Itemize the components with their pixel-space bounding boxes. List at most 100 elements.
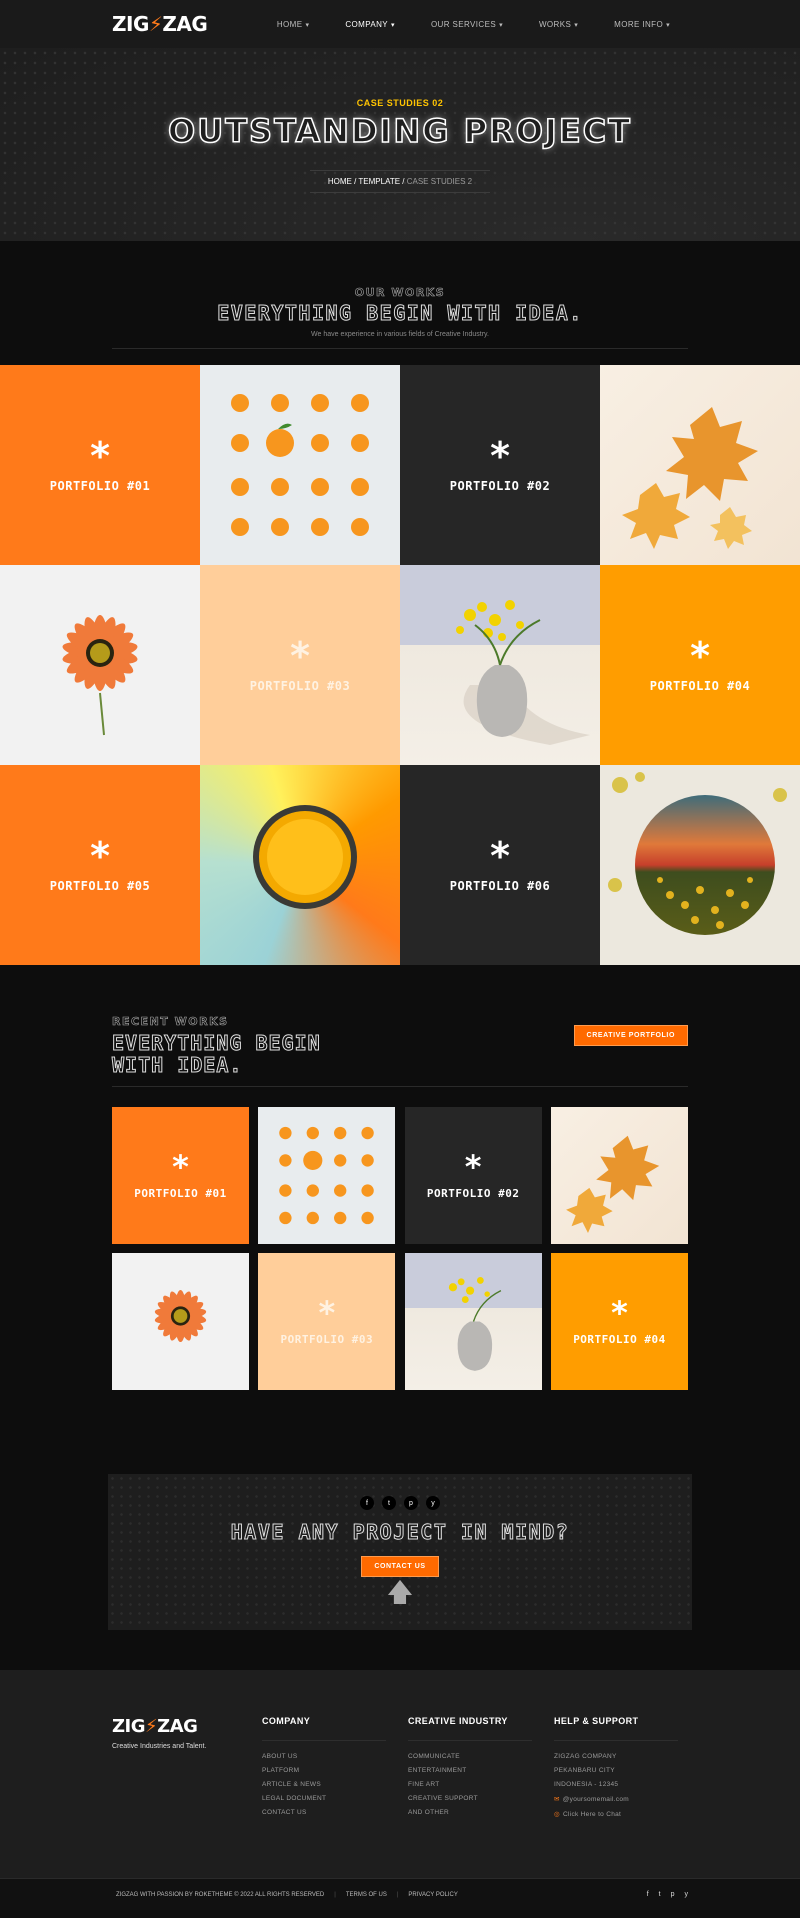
cta-title: HAVE ANY PROJECT IN MIND?	[230, 1520, 570, 1545]
chat-icon: ◎	[554, 1811, 560, 1818]
portfolio-card-03[interactable]: * PORTFOLIO #03	[200, 565, 400, 765]
mail-icon: ✉	[554, 1796, 560, 1803]
footer-email[interactable]: ✉ @yoursomemail.com	[554, 1795, 700, 1803]
asterisk-icon: *	[464, 1148, 482, 1186]
recent-card-01[interactable]: * PORTFOLIO #01	[112, 1107, 249, 1244]
privacy-link[interactable]: PRIVACY POLICY	[408, 1892, 457, 1898]
top-navbar: ZIG⚡ZAG HOME ▾ COMPANY ▾ OUR SERVICES ▾ WOR…	[0, 0, 800, 48]
portfolio-card-04[interactable]: * PORTFOLIO #04	[600, 565, 800, 765]
breadcrumb-template[interactable]: TEMPLATE	[358, 177, 400, 186]
asterisk-icon: *	[490, 834, 510, 878]
footer-link[interactable]: PLATFORM	[262, 1767, 408, 1774]
arrow-up-icon[interactable]: 🡅	[108, 1579, 692, 1605]
twitter-icon[interactable]: t	[659, 1891, 661, 1898]
jar-image	[253, 805, 357, 909]
pinterest-icon[interactable]: p	[404, 1496, 418, 1510]
logo[interactable]: ZIG⚡ZAG	[112, 12, 208, 36]
footer-link[interactable]: CONTACT US	[262, 1809, 408, 1816]
footer-link[interactable]: ABOUT US	[262, 1753, 408, 1760]
divider	[554, 1740, 678, 1741]
footer-bottom-bar: ZIGZAG WITH PASSION BY ROKETHEME © 2022 …	[0, 1878, 800, 1910]
youtube-icon[interactable]: y	[426, 1496, 440, 1510]
creative-portfolio-button[interactable]: CREATIVE PORTFOLIO	[573, 1025, 688, 1046]
painting-image	[608, 772, 787, 935]
portfolio-card-06[interactable]: * PORTFOLIO #06	[400, 765, 600, 965]
recent-photo-oranges[interactable]	[258, 1107, 396, 1244]
footer-chat[interactable]: ◎ Click Here to Chat	[554, 1810, 700, 1818]
divider	[262, 1740, 386, 1741]
recent-works-section: RECENT WORKS EVERYTHING BEGIN WITH IDEA.…	[0, 965, 800, 1390]
nav-item-more-info[interactable]: MORE INFO ▾	[596, 20, 688, 29]
chevron-down-icon: ▾	[391, 21, 395, 29]
twitter-icon[interactable]: t	[382, 1496, 396, 1510]
footer-link[interactable]: ENTERTAINMENT	[408, 1767, 554, 1774]
youtube-icon[interactable]: y	[685, 1891, 689, 1898]
recent-card-03[interactable]: * PORTFOLIO #03	[258, 1253, 396, 1390]
footer-link[interactable]: COMMUNICATE	[408, 1753, 554, 1760]
recent-photo-flower[interactable]	[112, 1253, 249, 1390]
nav-item-company[interactable]: COMPANY ▾	[327, 20, 413, 29]
recent-photo-leaves[interactable]	[550, 1107, 688, 1244]
photo-leaves[interactable]	[600, 365, 800, 565]
facebook-icon[interactable]: f	[360, 1496, 374, 1510]
works-title: EVERYTHING BEGIN WITH IDEA.	[217, 301, 583, 326]
asterisk-icon: *	[90, 834, 110, 878]
footer-link[interactable]: ARTICLE & NEWS	[262, 1781, 408, 1788]
contact-us-button[interactable]: CONTACT US	[361, 1556, 439, 1577]
photo-vase[interactable]	[400, 565, 600, 765]
divider	[112, 348, 688, 349]
recent-photo-vase[interactable]	[404, 1253, 542, 1390]
cta-box: f t p y HAVE ANY PROJECT IN MIND? CONTAC…	[108, 1474, 692, 1630]
leaves-image	[622, 407, 758, 549]
footer-link[interactable]: LEGAL DOCUMENT	[262, 1795, 408, 1802]
pinterest-icon[interactable]: p	[671, 1891, 675, 1898]
photo-oranges[interactable]	[200, 365, 400, 565]
breadcrumb-current: CASE STUDIES 2	[406, 177, 473, 186]
nav-item-our-services[interactable]: OUR SERVICES ▾	[413, 20, 521, 29]
portfolio-card-02[interactable]: * PORTFOLIO #02	[400, 365, 600, 565]
footer-link[interactable]: FINE ART	[408, 1781, 554, 1788]
hero-banner: CASE STUDIES 02 OUTSTANDING PROJECT HOME…	[0, 48, 800, 241]
footer-link[interactable]: CREATIVE SUPPORT	[408, 1795, 554, 1802]
asterisk-icon: *	[490, 434, 510, 478]
asterisk-icon: *	[690, 634, 710, 678]
portfolio-card-01[interactable]: * PORTFOLIO #01	[0, 365, 200, 565]
photo-painting[interactable]	[600, 765, 800, 965]
facebook-icon[interactable]: f	[647, 1891, 649, 1898]
footer-address: INDONESIA - 12345	[554, 1781, 619, 1788]
breadcrumb-home[interactable]: HOME	[328, 177, 352, 186]
bolt-icon: ⚡	[145, 1716, 158, 1737]
photo-flower[interactable]	[0, 565, 200, 765]
footer-link[interactable]: AND OTHER	[408, 1809, 554, 1816]
breadcrumb: HOME / TEMPLATE / CASE STUDIES 2	[309, 170, 491, 193]
footer-address: ZIGZAG COMPANY	[554, 1753, 617, 1760]
asterisk-icon: *	[318, 1294, 336, 1332]
nav-item-home[interactable]: HOME ▾	[259, 20, 328, 29]
recent-title: EVERYTHING BEGIN WITH IDEA.	[112, 1031, 321, 1077]
footer: ZIG⚡ZAG Creative Industries and Talent. …	[0, 1670, 800, 1878]
chevron-down-icon: ▾	[305, 21, 310, 29]
page-title: OUTSTANDING PROJECT	[167, 111, 632, 151]
vase-image	[456, 600, 590, 745]
portfolio-grid: * PORTFOLIO #01 * PORTFOLIO #02 * PORTFO…	[0, 365, 800, 965]
portfolio-card-05[interactable]: * PORTFOLIO #05	[0, 765, 200, 965]
photo-jar[interactable]	[200, 765, 400, 965]
works-heading: OUR WORKS EVERYTHING BEGIN WITH IDEA. We…	[0, 241, 800, 349]
asterisk-icon: *	[172, 1148, 189, 1186]
asterisk-icon: *	[90, 434, 110, 478]
recent-grid: * PORTFOLIO #01 * PORTFOLIO #02 * PORTFO…	[112, 1107, 688, 1390]
works-subtitle: We have experience in various fields of …	[311, 331, 489, 338]
leaves-image	[566, 1135, 660, 1234]
recent-kicker: RECENT WORKS	[112, 1015, 229, 1029]
bolt-icon: ⚡	[148, 12, 163, 36]
terms-link[interactable]: TERMS OF US	[346, 1892, 387, 1898]
copyright-text: ZIGZAG WITH PASSION BY ROKETHEME © 2022 …	[116, 1891, 325, 1898]
asterisk-icon: *	[290, 634, 310, 678]
hero-kicker: CASE STUDIES 02	[356, 98, 444, 108]
nav-item-works[interactable]: WORKS ▾	[521, 20, 596, 29]
oranges-image	[279, 1126, 375, 1225]
footer-tagline: Creative Industries and Talent.	[112, 1743, 207, 1750]
recent-card-02[interactable]: * PORTFOLIO #02	[404, 1107, 542, 1244]
recent-card-04[interactable]: * PORTFOLIO #04	[550, 1253, 688, 1390]
footer-logo[interactable]: ZIG⚡ZAG	[112, 1716, 262, 1737]
